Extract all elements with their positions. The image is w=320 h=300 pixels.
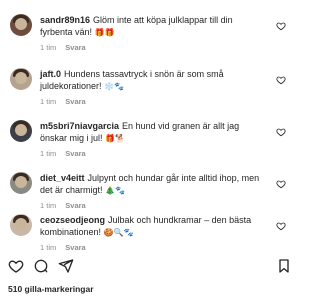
reply-button[interactable]: Svara xyxy=(65,149,85,158)
comment-emoji: 🎁🎁 xyxy=(94,28,115,37)
comment-time: 1 tim xyxy=(40,243,57,252)
heart-icon[interactable] xyxy=(276,221,286,231)
comment-icon[interactable] xyxy=(33,258,49,274)
avatar[interactable] xyxy=(10,172,32,194)
comment-meta: 1 tim Svara xyxy=(40,200,265,212)
comment-emoji: 🎁🐕 xyxy=(105,134,125,143)
comment-meta: 1 tim Svara xyxy=(40,42,265,54)
comment-username[interactable]: sandr89n16 xyxy=(40,15,90,25)
comment-item: jaft.0 Hundens tassavtryck i snön är som … xyxy=(0,68,300,114)
avatar[interactable] xyxy=(10,214,32,236)
comment-item: sandr89n16 Glöm inte att köpa julklappar … xyxy=(0,14,300,60)
avatar[interactable] xyxy=(10,14,32,36)
comment-meta: 1 tim Svara xyxy=(40,148,265,160)
comment-body: jaft.0 Hundens tassavtryck i snön är som … xyxy=(40,68,265,108)
reply-button[interactable]: Svara xyxy=(65,243,85,252)
heart-icon[interactable] xyxy=(276,75,286,85)
comment-item: diet_v4eitt Julpynt och hundar går inte a… xyxy=(0,172,300,218)
comment-emoji: 🎄🐾 xyxy=(105,186,125,195)
bookmark-icon[interactable] xyxy=(276,258,292,274)
comment-username[interactable]: ceozseodjeong xyxy=(40,215,105,225)
avatar[interactable] xyxy=(10,68,32,90)
comment-emoji: ❄️🐾 xyxy=(104,82,124,91)
comment-username[interactable]: m5sbri7niavgarcia xyxy=(40,121,119,131)
post-action-bar xyxy=(0,258,300,278)
reply-button[interactable]: Svara xyxy=(65,201,85,210)
comment-emoji: 🍪🔍🐾 xyxy=(103,228,134,237)
comment-time: 1 tim xyxy=(40,201,57,210)
comment-username[interactable]: jaft.0 xyxy=(40,69,61,79)
heart-icon[interactable] xyxy=(276,21,286,31)
likes-count[interactable]: 510 gilla-markeringar xyxy=(8,284,94,294)
comment-text: Hundens tassavtryck i snön är som små ju… xyxy=(40,69,224,91)
comment-time: 1 tim xyxy=(40,43,57,52)
reply-button[interactable]: Svara xyxy=(65,97,85,106)
comment-thread-view: sandr89n16 Glöm inte att köpa julklappar … xyxy=(0,0,300,300)
comment-body: diet_v4eitt Julpynt och hundar går inte a… xyxy=(40,172,265,212)
comment-username[interactable]: diet_v4eitt xyxy=(40,173,85,183)
comment-item: m5sbri7niavgarcia En hund vid granen är a… xyxy=(0,120,300,166)
comment-body: ceozseodjeong Julbak och hundkramar – den… xyxy=(40,214,265,254)
avatar[interactable] xyxy=(10,120,32,142)
reply-button[interactable]: Svara xyxy=(65,43,85,52)
like-heart-icon[interactable] xyxy=(8,258,24,274)
comment-body: m5sbri7niavgarcia En hund vid granen är a… xyxy=(40,120,265,160)
comment-time: 1 tim xyxy=(40,97,57,106)
comment-meta: 1 tim Svara xyxy=(40,242,265,254)
heart-icon[interactable] xyxy=(276,179,286,189)
comment-time: 1 tim xyxy=(40,149,57,158)
comment-body: sandr89n16 Glöm inte att köpa julklappar … xyxy=(40,14,265,54)
heart-icon[interactable] xyxy=(276,127,286,137)
share-icon[interactable] xyxy=(58,258,74,274)
comment-item: ceozseodjeong Julbak och hundkramar – den… xyxy=(0,214,300,260)
comment-meta: 1 tim Svara xyxy=(40,96,265,108)
